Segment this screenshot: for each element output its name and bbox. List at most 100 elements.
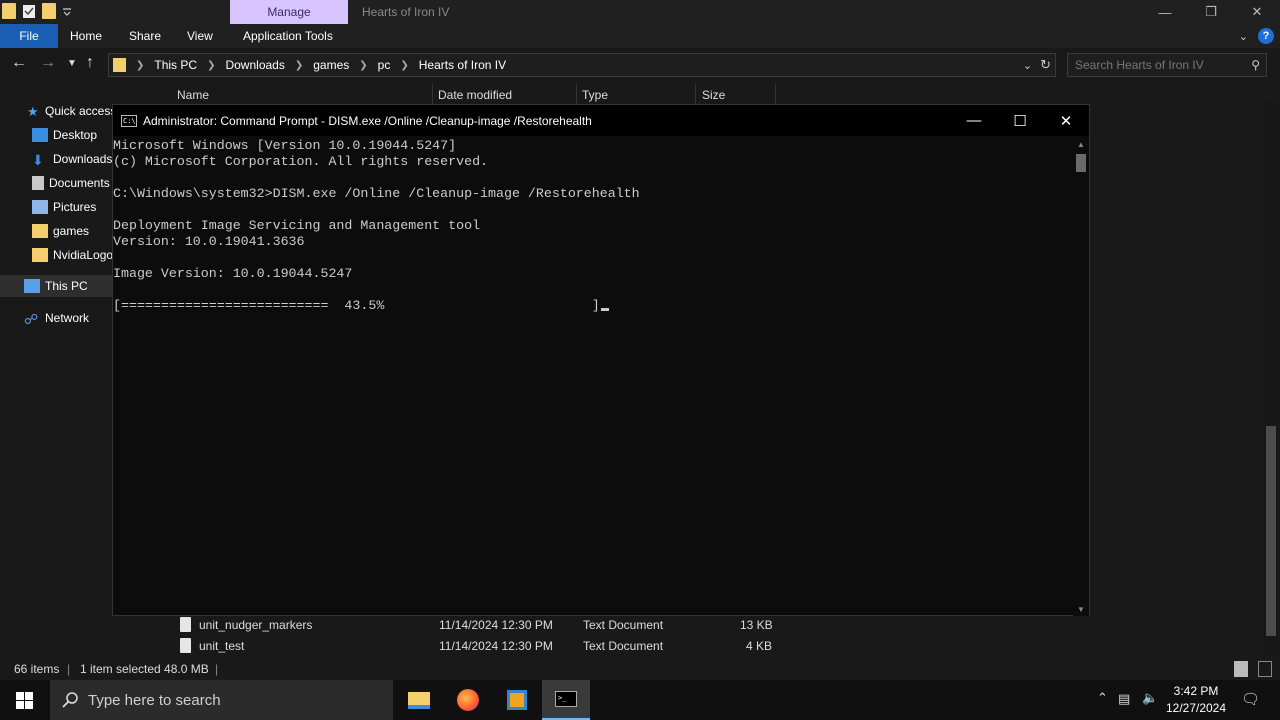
column-divider[interactable] [432, 84, 433, 106]
breadcrumb-games[interactable]: games [313, 58, 349, 72]
tab-file[interactable]: File [0, 24, 58, 48]
scrollbar-thumb[interactable] [1076, 154, 1086, 172]
back-arrow-icon[interactable]: ← [11, 54, 27, 72]
cmd-scrollbar[interactable]: ▲ ▼ [1073, 138, 1089, 616]
text-document-icon [180, 617, 191, 632]
text-document-icon [180, 638, 191, 653]
desktop: Manage Hearts of Iron IV — ❐ ✕ File Home… [0, 0, 1280, 720]
file-size: 4 KB [746, 639, 773, 653]
folder-icon[interactable] [2, 3, 16, 19]
breadcrumb-separator: ❯ [294, 59, 304, 71]
command-prompt-taskbar-icon[interactable]: >_ [542, 680, 590, 720]
scroll-down-icon[interactable]: ▼ [1077, 605, 1085, 614]
nav-label: Quick access [45, 104, 112, 118]
tab-home[interactable]: Home [70, 24, 102, 48]
minimize-icon[interactable]: — [951, 105, 997, 136]
download-arrow-icon: ⬇ [32, 152, 44, 168]
file-name: unit_test [199, 639, 245, 653]
show-hidden-icons-icon[interactable]: ⌃ [1097, 690, 1108, 706]
column-divider[interactable] [576, 84, 577, 106]
address-bar[interactable]: ❯ This PC ❯ Downloads ❯ games ❯ pc ❯ Hea… [108, 53, 1056, 77]
scrollbar-thumb[interactable] [1266, 426, 1276, 636]
close-icon[interactable]: ✕ [1043, 105, 1089, 136]
windows-start-icon[interactable] [16, 692, 33, 709]
notifications-icon[interactable]: 🗨 [1241, 690, 1260, 708]
nav-desktop[interactable]: Desktop [0, 124, 112, 146]
computer-icon [24, 279, 40, 293]
nav-network[interactable]: ☍ Network [0, 307, 112, 329]
file-row[interactable]: unit_test 11/14/2024 12:30 PM Text Docum… [160, 636, 780, 656]
cmd-titlebar[interactable]: C:\ Administrator: Command Prompt - DISM… [113, 105, 1089, 136]
address-dropdown-icon[interactable]: ⌄ [1023, 59, 1032, 72]
customize-toolbar-icon[interactable] [62, 3, 72, 19]
nav-label: NvidiaLogo [53, 248, 112, 262]
network-status-icon[interactable]: ▤ [1118, 691, 1130, 707]
refresh-icon[interactable]: ↻ [1040, 57, 1051, 73]
search-icon: ⚲ [1251, 58, 1260, 72]
up-arrow-icon[interactable]: ↑ [86, 54, 94, 72]
nav-label: games [53, 224, 90, 238]
console-line: Image Version: 10.0.19044.5247 [113, 266, 353, 281]
progress-line: [========================== 43.5% ] [113, 298, 600, 313]
column-divider[interactable] [695, 84, 696, 106]
nav-pictures[interactable]: Pictures [0, 196, 112, 218]
system-clock[interactable]: 3:42 PM 12/27/2024 [1160, 683, 1232, 717]
console-line: Version: 10.0.19041.3636 [113, 234, 305, 249]
search-input[interactable]: Search Hearts of Iron IV ⚲ [1067, 53, 1267, 77]
selection-info: 1 item selected 48.0 MB [80, 662, 209, 676]
large-icons-view-icon[interactable] [1258, 661, 1272, 677]
volume-muted-icon[interactable]: 🔈 [1142, 690, 1158, 706]
forward-arrow-icon[interactable]: → [40, 54, 56, 72]
help-icon[interactable]: ? [1258, 28, 1274, 44]
breadcrumb-this-pc[interactable]: This PC [154, 58, 197, 72]
file-explorer-taskbar-icon[interactable] [395, 680, 443, 720]
nav-games[interactable]: games [0, 220, 112, 242]
scroll-up-icon[interactable]: ▲ [1077, 140, 1085, 149]
column-header-type[interactable]: Type [582, 84, 608, 106]
tab-share[interactable]: Share [129, 24, 161, 48]
maximize-icon[interactable]: ☐ [997, 105, 1043, 136]
file-date: 11/14/2024 12:30 PM [439, 639, 553, 653]
nav-nvidialogo[interactable]: NvidiaLogo [0, 244, 112, 266]
file-row[interactable]: unit_nudger_markers 11/14/2024 12:30 PM … [160, 615, 780, 635]
status-divider: | [67, 662, 71, 676]
nav-documents[interactable]: Documents [0, 172, 112, 194]
quick-access-toolbar [2, 3, 72, 19]
new-folder-icon[interactable] [42, 3, 56, 19]
cmd-window-controls: — ☐ ✕ [951, 105, 1089, 136]
column-header-name[interactable]: Name [177, 84, 209, 106]
taskbar: Type here to search >_ ⌃ ▤ 🔈 3:42 PM 12/… [0, 680, 1280, 720]
nav-this-pc[interactable]: This PC [0, 275, 112, 297]
item-count: 66 items [14, 662, 60, 676]
nav-quick-access[interactable]: ★ Quick access [0, 100, 112, 122]
breadcrumb-hearts-of-iron[interactable]: Hearts of Iron IV [419, 58, 506, 72]
manage-tab[interactable]: Manage [230, 0, 348, 24]
column-divider[interactable] [775, 84, 776, 106]
status-divider: | [215, 662, 219, 676]
network-icon: ☍ [24, 311, 39, 327]
close-icon[interactable]: ✕ [1234, 0, 1280, 24]
virtualbox-taskbar-icon[interactable] [493, 680, 541, 720]
expand-ribbon-icon[interactable]: ⌄ [1239, 30, 1248, 43]
command-prompt-window[interactable]: C:\ Administrator: Command Prompt - DISM… [112, 104, 1090, 616]
tab-view[interactable]: View [187, 24, 213, 48]
details-view-icon[interactable] [1234, 661, 1248, 677]
breadcrumb-pc[interactable]: pc [378, 58, 391, 72]
recent-locations-icon[interactable]: ▼ [67, 58, 77, 69]
firefox-taskbar-icon[interactable] [444, 680, 492, 720]
explorer-scrollbar[interactable] [1264, 100, 1278, 656]
file-type: Text Document [583, 618, 664, 632]
taskbar-search-input[interactable]: Type here to search [50, 680, 393, 720]
properties-icon[interactable] [22, 3, 36, 19]
restore-icon[interactable]: ❐ [1188, 0, 1234, 24]
folder-icon [32, 224, 48, 238]
star-icon: ★ [27, 104, 39, 119]
search-icon [62, 692, 78, 708]
breadcrumb-downloads[interactable]: Downloads [225, 58, 284, 72]
column-header-size[interactable]: Size [702, 84, 725, 106]
nav-downloads[interactable]: ⬇ Downloads [0, 148, 112, 170]
console-output[interactable]: Microsoft Windows [Version 10.0.19044.52… [113, 138, 1073, 616]
minimize-icon[interactable]: — [1142, 0, 1188, 24]
column-header-date[interactable]: Date modified [438, 84, 512, 106]
tab-application-tools[interactable]: Application Tools [243, 24, 333, 48]
